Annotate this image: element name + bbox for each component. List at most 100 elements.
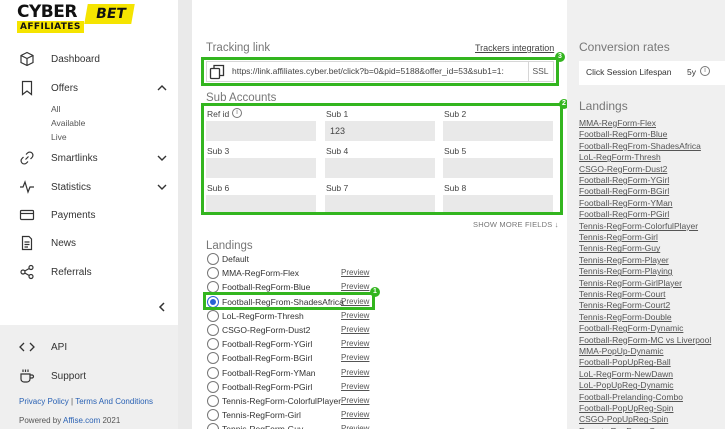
preview-link[interactable]: Preview [341, 424, 369, 429]
link-icon [20, 151, 34, 165]
sidebar-item-label: API [51, 341, 68, 353]
pulse-icon [20, 180, 34, 194]
click-session-lifespan-label: Click Session Lifespan [586, 67, 672, 77]
info-icon[interactable]: i [700, 66, 710, 76]
sidebar-item-api[interactable]: API [0, 335, 178, 359]
right-landing-link[interactable]: Football-RegForm-BGirl [579, 186, 669, 196]
radio-button[interactable] [207, 253, 219, 265]
right-landing-link[interactable]: Football-PopUpReg-Ball [579, 357, 671, 367]
right-landing-link[interactable]: LoL-RegForm-Thresh [579, 152, 661, 162]
step-badge-1: 1 [370, 287, 380, 297]
arrow-down-icon: ↓ [554, 220, 559, 229]
right-landing-link[interactable]: MMA-PopUp-Dynamic [579, 346, 664, 356]
preview-link[interactable]: Preview [341, 268, 369, 277]
preview-link[interactable]: Preview [341, 396, 369, 405]
right-landing-link[interactable]: Football-RegForm-Blue [579, 129, 667, 139]
step-badge-3: 3 [555, 52, 565, 62]
landing-option-label: Football-RegForm-PGirl [222, 381, 313, 392]
cube-icon [20, 51, 34, 67]
trackers-integration-link[interactable]: Trackers integration [475, 43, 554, 53]
sidebar-item-dashboard[interactable]: Dashboard [0, 47, 178, 71]
right-landing-link[interactable]: CSGO-PopUpReg-Spin [579, 414, 668, 424]
right-landings-title: Landings [579, 99, 628, 113]
chevron-down-icon[interactable] [156, 152, 168, 164]
highlight-box-landing [203, 292, 375, 310]
landing-option-label: Football-RegForm-BGirl [222, 353, 313, 364]
right-landing-link[interactable]: Tennis-RegForm-Court2 [579, 300, 670, 310]
right-landing-link[interactable]: LoL-RegForm-NewDawn [579, 369, 673, 379]
offers-sub-live[interactable]: Live [51, 132, 67, 142]
brand-name-part1: CYBER [17, 2, 77, 22]
code-icon [19, 342, 35, 352]
right-landing-link[interactable]: Football-RegForm-PGirl [579, 209, 669, 219]
sidebar-item-referrals[interactable]: Referrals [0, 260, 178, 284]
right-landing-link[interactable]: Tennis-RegForm-Playing [579, 266, 673, 276]
right-landing-link[interactable]: MMA-RegForm-Flex [579, 118, 656, 128]
offers-sub-all[interactable]: All [51, 104, 60, 114]
right-landing-link[interactable]: Tennis-RegForm-Double [579, 312, 672, 322]
radio-button[interactable] [207, 267, 219, 280]
right-landing-link[interactable]: CSGO-RegForm-Dust2 [579, 164, 667, 174]
sidebar-item-payments[interactable]: Payments [0, 203, 178, 227]
right-landing-link[interactable]: Football-RegForm-YGirl [579, 175, 669, 185]
right-landing-link[interactable]: Football-PopUpReg-Spin [579, 403, 674, 413]
sidebar-item-support[interactable]: Support [0, 364, 178, 388]
sidebar-item-statistics[interactable]: Statistics [0, 175, 178, 199]
sidebar-item-label: Payments [51, 209, 96, 221]
conversion-rates-title: Conversion rates [579, 40, 670, 54]
landing-option[interactable]: Default [207, 253, 377, 266]
show-more-fields-button[interactable]: SHOW MORE FIELDS ↓ [473, 220, 559, 229]
preview-link[interactable]: Preview [341, 325, 369, 334]
preview-link[interactable]: Preview [341, 339, 369, 348]
preview-link[interactable]: Preview [341, 311, 369, 320]
powered-prefix: Powered by [19, 416, 62, 425]
footer-separator: | [71, 397, 74, 406]
sidebar-item-news[interactable]: News [0, 231, 178, 255]
radio-button[interactable] [207, 380, 219, 393]
preview-link[interactable]: Preview [341, 368, 369, 377]
sidebar-item-smartlinks[interactable]: Smartlinks [0, 146, 178, 170]
affise-link[interactable]: Affise.com [63, 416, 100, 425]
preview-link[interactable]: Preview [341, 382, 369, 391]
right-landing-link[interactable]: Football-Prelanding-Combo [579, 392, 683, 402]
radio-button[interactable] [207, 324, 219, 336]
sidebar-item-offers[interactable]: Offers [0, 76, 178, 100]
highlight-box-tracking [201, 57, 559, 86]
offers-sub-available[interactable]: Available [51, 118, 85, 128]
privacy-link[interactable]: Privacy Policy [19, 397, 69, 406]
right-landing-link[interactable]: Tennis-RegForm-Girl [579, 232, 658, 242]
radio-button[interactable] [207, 309, 219, 322]
cup-icon [20, 369, 35, 383]
preview-link[interactable]: Preview [341, 282, 369, 291]
right-landing-link[interactable]: LoL-PopUpReg-Dynamic [579, 380, 674, 390]
bookmark-icon [21, 80, 33, 96]
radio-button[interactable] [207, 338, 219, 351]
right-landing-link[interactable]: Tennis-RegForm-Player [579, 255, 669, 265]
sidebar-item-label: Offers [51, 82, 79, 94]
landing-option-label: LoL-RegForm-Thresh [222, 310, 304, 321]
right-landing-link[interactable]: Football-RegForm-MC vs Liverpool [579, 335, 711, 345]
brand-name-part2: BET [84, 4, 135, 24]
radio-button[interactable] [207, 423, 219, 429]
sidebar-item-label: Statistics [51, 181, 92, 193]
chevron-up-icon[interactable] [156, 82, 168, 94]
radio-button[interactable] [207, 409, 219, 422]
radio-button[interactable] [207, 352, 219, 365]
preview-link[interactable]: Preview [341, 353, 369, 362]
radio-button[interactable] [207, 366, 219, 379]
collapse-sidebar-icon[interactable] [156, 301, 168, 313]
right-landing-link[interactable]: Tennis-RegForm-ColorfulPlayer [579, 221, 698, 231]
right-landing-link[interactable]: Tennis-RegForm-GirlPlayer [579, 278, 682, 288]
preview-link[interactable]: Preview [341, 410, 369, 419]
share-icon [20, 264, 34, 280]
right-landing-link[interactable]: Tennis-RegForm-Guy [579, 243, 660, 253]
right-landing-link[interactable]: Football-RegFrom-ShadesAfrica [579, 141, 701, 151]
right-landing-link[interactable]: Football-RegForm-YMan [579, 198, 673, 208]
right-landing-link[interactable]: Football-RegForm-Dynamic [579, 323, 683, 333]
radio-button[interactable] [207, 395, 219, 407]
sidebar-item-label: Support [51, 370, 87, 382]
right-landing-link[interactable]: Tennis-RegForm-Court [579, 289, 665, 299]
chevron-down-icon[interactable] [156, 181, 168, 193]
landing-option-label: MMA-RegForm-Flex [222, 268, 299, 279]
terms-link[interactable]: Terms And Conditions [75, 397, 153, 406]
